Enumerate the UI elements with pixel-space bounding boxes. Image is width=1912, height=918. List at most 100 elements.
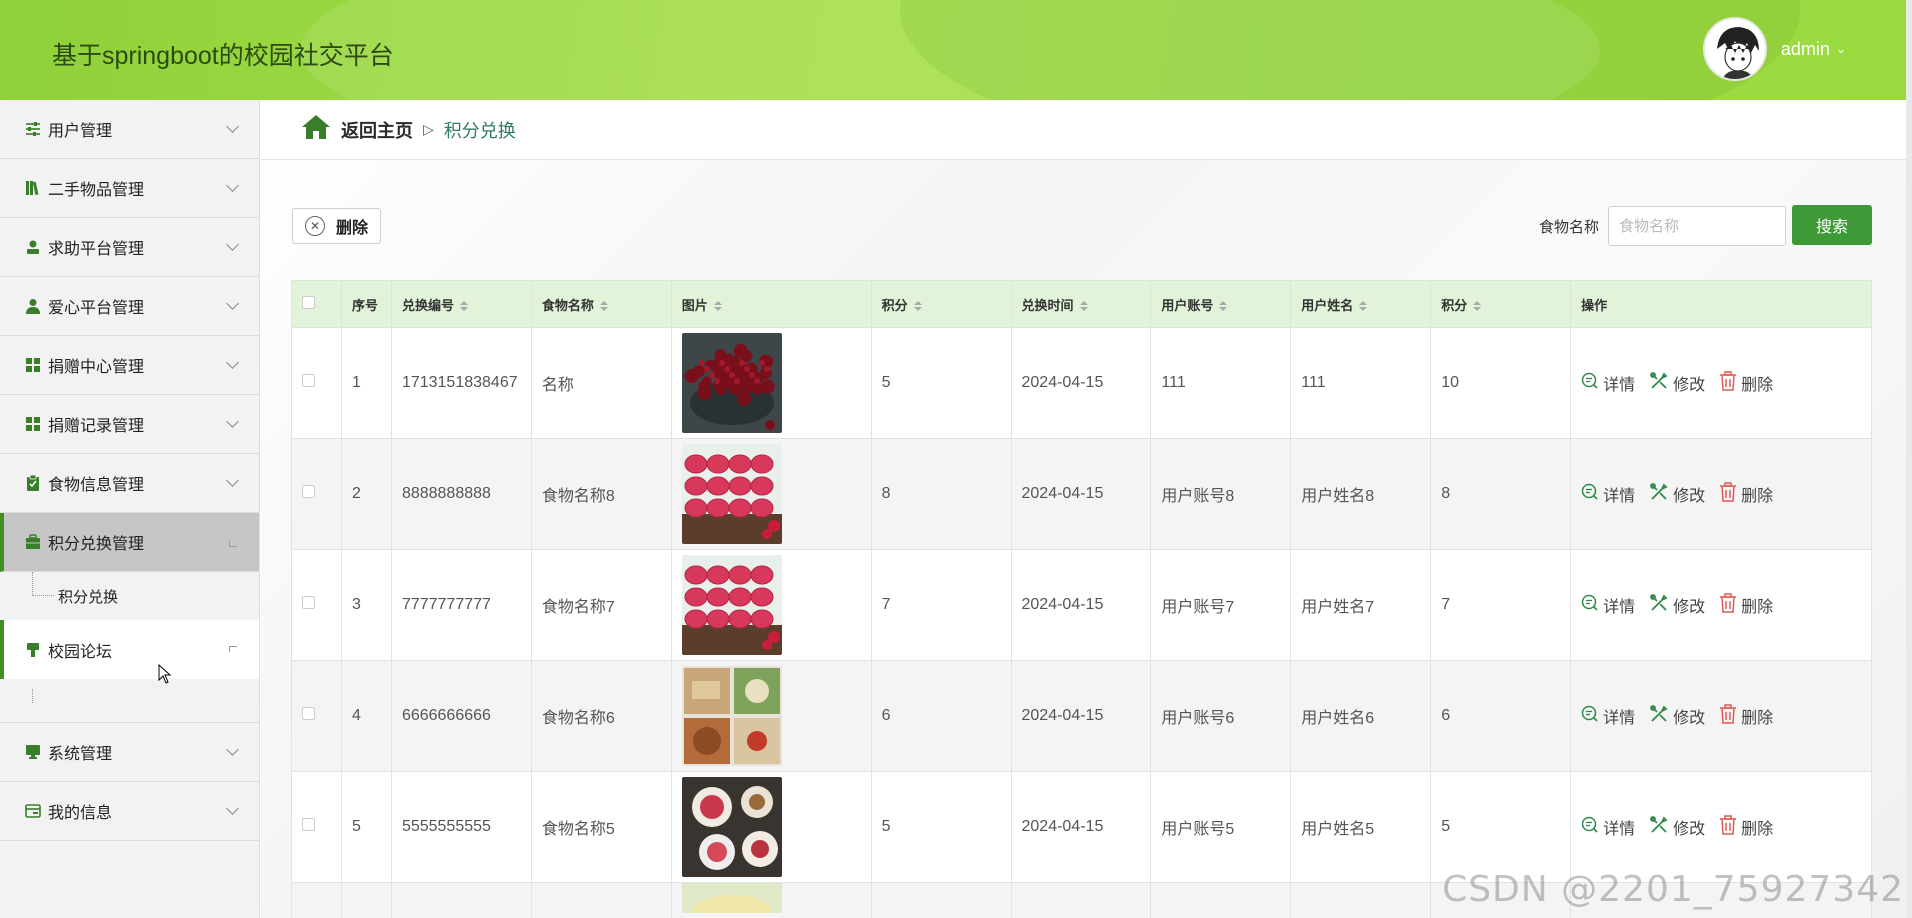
cell-index: 5: [340, 771, 392, 883]
chevron-down-icon: [226, 356, 239, 369]
user-menu[interactable]: admin ⌄: [1702, 17, 1846, 81]
cell-food-name: 食物名称6: [530, 660, 672, 772]
sidebar-item-my-info[interactable]: 我的信息: [0, 782, 259, 841]
edit-button[interactable]: 修改: [1649, 482, 1705, 507]
sort-icon[interactable]: [459, 301, 468, 312]
edit-button[interactable]: 修改: [1649, 371, 1705, 396]
table-row: 2 8888888888 食物名称8 8 2024-04-15 用户账号8 用户姓名8 8 详情…: [291, 438, 1872, 550]
food-image[interactable]: [681, 777, 871, 877]
cell-image: [670, 438, 872, 550]
food-image[interactable]: [681, 444, 871, 544]
clipboard-check-icon: [24, 474, 42, 492]
table-cell: [1010, 882, 1152, 918]
edit-button[interactable]: 修改: [1649, 704, 1705, 729]
table-cell: [1150, 882, 1292, 918]
detail-button[interactable]: 详情: [1581, 482, 1635, 506]
cell-time: 2024-04-15: [1010, 660, 1152, 772]
header-food-name[interactable]: 食物名称: [530, 280, 672, 328]
row-select-cell[interactable]: [291, 438, 342, 550]
sidebar-item-secondhand[interactable]: 二手物品管理: [0, 159, 259, 218]
sidebar-item-label: 食物信息管理: [48, 477, 145, 494]
breadcrumb-separator: ▷: [423, 121, 434, 137]
cell-code: 7777777777: [390, 549, 532, 661]
sidebar-item-charity-platform[interactable]: 爱心平台管理: [0, 277, 259, 336]
username[interactable]: admin: [1781, 39, 1830, 60]
row-select-cell[interactable]: [291, 771, 342, 883]
bulk-delete-button[interactable]: ✕ 删除: [292, 208, 381, 244]
delete-button[interactable]: 删除: [1719, 703, 1774, 729]
cell-score: 5: [1430, 771, 1572, 883]
detail-button[interactable]: 详情: [1581, 371, 1635, 395]
avatar[interactable]: [1702, 17, 1767, 81]
expand-icon: [229, 646, 237, 652]
breadcrumb-home-link[interactable]: 返回主页: [341, 117, 413, 143]
delete-button[interactable]: 删除: [1719, 370, 1773, 396]
sidebar-item-help-platform[interactable]: 求助平台管理: [0, 218, 259, 277]
sort-icon[interactable]: [599, 301, 608, 312]
sidebar-item-donation-records[interactable]: 捐赠记录管理: [0, 395, 259, 454]
detail-button[interactable]: 详情: [1581, 704, 1635, 728]
row-select-cell[interactable]: [291, 660, 342, 772]
sidebar-item-system-management[interactable]: 系统管理: [0, 723, 259, 782]
header-points[interactable]: 积分: [870, 280, 1012, 328]
sort-icon[interactable]: [913, 301, 922, 312]
chevron-down-icon: [226, 297, 239, 310]
header-user-name[interactable]: 用户姓名: [1290, 280, 1432, 328]
row-checkbox[interactable]: [302, 818, 315, 831]
sidebar-item-food-info[interactable]: 食物信息管理: [0, 454, 259, 513]
delete-button[interactable]: 删除: [1719, 481, 1773, 507]
sort-icon[interactable]: [1079, 301, 1088, 312]
sidebar-item-donation-center[interactable]: 捐赠中心管理: [0, 336, 259, 395]
sidebar-item-points-exchange-management[interactable]: 积分兑换管理: [0, 513, 259, 572]
edit-button[interactable]: 修改: [1649, 815, 1705, 840]
table-row: 4 6666666666 食物名称6 6 2024-04-15 用户账号6 用户姓名6 6 详情…: [291, 660, 1872, 772]
food-image[interactable]: [681, 555, 871, 655]
sidebar-subitem-points-exchange[interactable]: 积分兑换: [0, 572, 259, 620]
sort-icon[interactable]: [1219, 301, 1228, 312]
header-index: 序号: [340, 280, 392, 328]
food-image[interactable]: [681, 333, 871, 433]
delete-label: 删除: [1741, 821, 1774, 838]
page-scrollbar[interactable]: [1906, 0, 1912, 918]
delete-button[interactable]: 删除: [1719, 814, 1774, 840]
row-checkbox[interactable]: [302, 374, 315, 387]
header-image[interactable]: 图片: [670, 280, 872, 328]
cell-food-name: 名称: [530, 327, 672, 439]
trash-icon: [1719, 703, 1737, 729]
row-checkbox[interactable]: [302, 707, 315, 720]
edit-label: 修改: [1673, 599, 1706, 616]
header-time[interactable]: 兑换时间: [1010, 280, 1152, 328]
trash-icon: [1719, 481, 1737, 507]
home-icon[interactable]: [301, 114, 331, 145]
header-score[interactable]: 积分: [1430, 280, 1572, 328]
row-select-cell[interactable]: [291, 327, 342, 439]
select-all-checkbox[interactable]: [302, 296, 315, 309]
header-label: 用户姓名: [1301, 297, 1354, 313]
header-account[interactable]: 用户账号: [1150, 280, 1292, 328]
chevron-down-icon: [226, 179, 239, 192]
food-image[interactable]: [681, 666, 871, 766]
header-code[interactable]: 兑换编号: [390, 280, 532, 328]
edit-button[interactable]: 修改: [1649, 593, 1705, 618]
detail-button[interactable]: 详情: [1581, 593, 1635, 617]
search-button[interactable]: 搜索: [1792, 205, 1872, 245]
row-select-cell[interactable]: [291, 549, 342, 661]
delete-button[interactable]: 删除: [1719, 592, 1773, 618]
sort-icon[interactable]: [713, 301, 722, 312]
detail-button[interactable]: 详情: [1581, 815, 1635, 839]
cell-food-name: 食物名称5: [530, 771, 672, 883]
cell-user-name: 用户姓名5: [1290, 771, 1432, 883]
row-checkbox[interactable]: [302, 596, 315, 609]
sort-icon[interactable]: [1473, 301, 1482, 312]
monitor-icon: [24, 743, 42, 761]
chevron-down-icon[interactable]: ⌄: [1836, 42, 1846, 56]
cell-index: 4: [340, 660, 392, 772]
row-checkbox[interactable]: [302, 485, 315, 498]
delete-label: 删除: [1741, 710, 1774, 727]
food-name-search-input[interactable]: [1608, 206, 1786, 246]
header-select-all[interactable]: [291, 280, 342, 328]
sidebar-item-campus-forum[interactable]: 校园论坛: [0, 620, 259, 679]
sort-icon[interactable]: [1359, 301, 1368, 312]
sidebar-item-user-management[interactable]: 用户管理: [0, 100, 259, 159]
cell-points: 7: [870, 549, 1012, 661]
